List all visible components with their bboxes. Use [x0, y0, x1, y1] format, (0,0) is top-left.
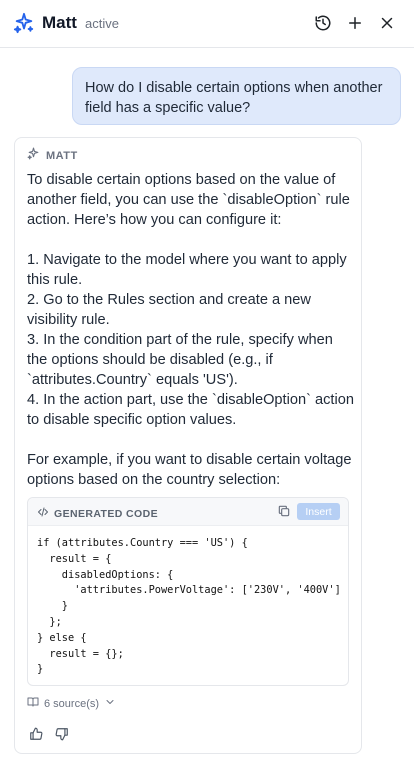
- insert-button[interactable]: Insert: [297, 503, 340, 520]
- response-step: 1. Navigate to the model where you want …: [27, 252, 347, 288]
- book-icon: [27, 696, 39, 711]
- assistant-header: MATT: [27, 147, 78, 165]
- copy-icon[interactable]: [277, 504, 291, 518]
- response-paragraph: To disable certain options based on the …: [27, 172, 350, 228]
- assistant-response: To disable certain options based on the …: [27, 170, 355, 490]
- sparkle-icon: [13, 12, 35, 34]
- history-icon[interactable]: [313, 13, 333, 33]
- code-label: GENERATED CODE: [37, 506, 158, 521]
- chat-header: Matt active: [0, 0, 414, 48]
- response-paragraph: For example, if you want to disable cert…: [27, 452, 352, 488]
- code-header: GENERATED CODE Insert: [28, 498, 348, 526]
- status-label: active: [85, 16, 119, 31]
- sources-toggle[interactable]: 6 source(s): [27, 696, 116, 711]
- code-icon: [37, 506, 49, 521]
- code-label-text: GENERATED CODE: [54, 507, 158, 520]
- sparkle-icon: [27, 147, 40, 165]
- response-step: 3. In the condition part of the rule, sp…: [27, 332, 333, 388]
- code-content: if (attributes.Country === 'US') { resul…: [37, 537, 341, 676]
- plus-icon[interactable]: [345, 13, 365, 33]
- close-icon[interactable]: [377, 13, 397, 33]
- feedback-buttons: [29, 727, 69, 741]
- generated-code-block: GENERATED CODE Insert if (attributes.Cou…: [27, 497, 349, 686]
- response-step: 4. In the action part, use the `disableO…: [27, 392, 354, 428]
- assistant-title: Matt: [42, 13, 77, 32]
- response-step: 2. Go to the Rules section and create a …: [27, 292, 311, 328]
- user-message: How do I disable certain options when an…: [72, 67, 401, 125]
- assistant-message: MATT To disable certain options based on…: [14, 137, 362, 754]
- assistant-name: MATT: [46, 150, 78, 162]
- sources-label: 6 source(s): [44, 697, 100, 710]
- chevron-down-icon: [104, 696, 116, 711]
- thumbs-down-icon[interactable]: [55, 727, 69, 741]
- thumbs-up-icon[interactable]: [29, 727, 43, 741]
